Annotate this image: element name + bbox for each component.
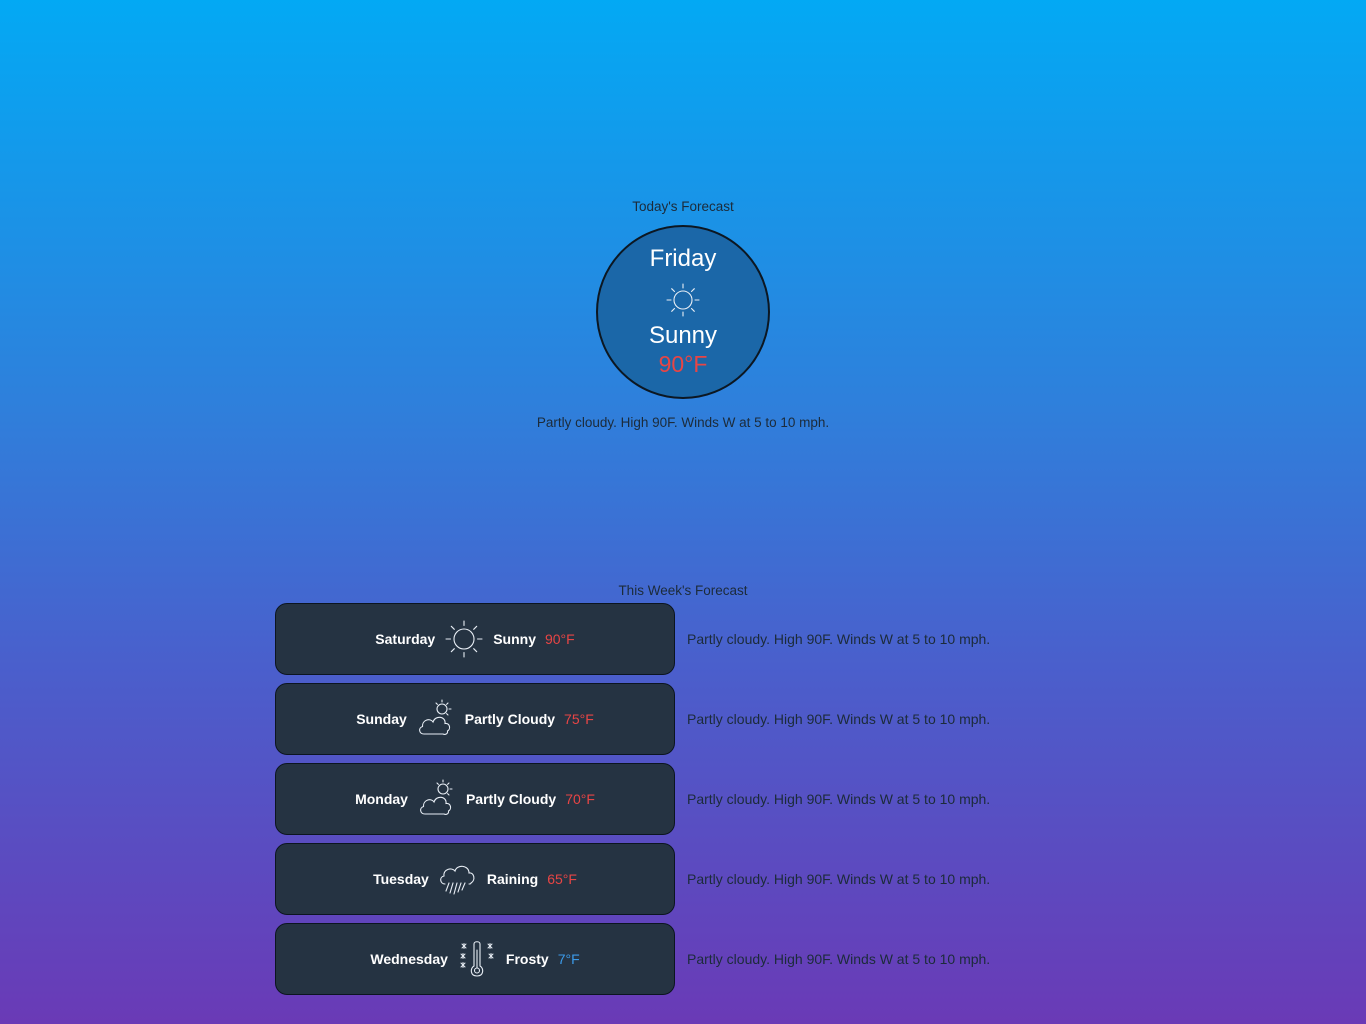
- partly-cloudy-icon: [415, 698, 457, 740]
- today-day-name: Friday: [649, 245, 717, 272]
- forecast-card-monday[interactable]: Monday Partly Cloudy 70°F: [275, 763, 675, 835]
- forecast-day-name: Wednesday: [370, 951, 448, 967]
- forecast-temperature: 70°F: [565, 791, 595, 807]
- today-condition: Sunny: [648, 322, 718, 349]
- forecast-row: Wednesday Frosty 7°F Partly cloudy. High 9…: [275, 923, 1275, 995]
- forecast-condition: Sunny: [493, 631, 536, 647]
- forecast-temperature: 7°F: [557, 951, 580, 967]
- partly-cloudy-icon: [416, 778, 458, 820]
- today-temperature: 90°F: [658, 351, 708, 377]
- forecast-temperature: 65°F: [547, 871, 577, 887]
- forecast-row: Saturday Sunny 90°F Partly cloudy. High 90…: [275, 603, 1275, 675]
- forecast-description: Partly cloudy. High 90F. Winds W at 5 to…: [687, 791, 991, 807]
- forecast-description: Partly cloudy. High 90F. Winds W at 5 to…: [687, 871, 991, 887]
- forecast-card-sunday[interactable]: Sunday Partly Cloudy 75°F: [275, 683, 675, 755]
- forecast-description: Partly cloudy. High 90F. Winds W at 5 to…: [687, 951, 991, 967]
- forecast-condition: Partly Cloudy: [464, 711, 556, 727]
- sun-icon: [663, 280, 703, 320]
- forecast-card-wednesday[interactable]: Wednesday Frosty 7°F: [275, 923, 675, 995]
- rain-cloud-icon: [437, 858, 479, 900]
- today-forecast-title: Today's Forecast: [632, 199, 734, 214]
- forecast-condition: Partly Cloudy: [465, 791, 557, 807]
- forecast-temperature: 90°F: [544, 631, 575, 647]
- forecast-row: Sunday Partly Cloudy 75°F Partly cloudy. H…: [275, 683, 1275, 755]
- forecast-day-name: Monday: [355, 791, 408, 807]
- forecast-description: Partly cloudy. High 90F. Winds W at 5 to…: [687, 631, 991, 647]
- today-forecast-circle: Friday Sunny 90°F: [596, 225, 770, 399]
- forecast-row: Monday Partly Cloudy 70°F Partly cloudy. H…: [275, 763, 1275, 835]
- sun-icon: [443, 618, 485, 660]
- forecast-card-tuesday[interactable]: Tuesday Raining 65°F: [275, 843, 675, 915]
- forecast-day-name: Tuesday: [373, 871, 429, 887]
- forecast-card-saturday[interactable]: Saturday Sunny 90°F: [275, 603, 675, 675]
- forecast-day-name: Sunday: [356, 711, 407, 727]
- today-description: Partly cloudy. High 90F. Winds W at 5 to…: [536, 415, 830, 430]
- forecast-temperature: 75°F: [564, 711, 594, 727]
- forecast-condition: Frosty: [505, 951, 549, 967]
- forecast-row: Tuesday Raining 65°F Partly cloudy. High 9…: [275, 843, 1275, 915]
- frost-thermometer-icon: [456, 938, 498, 980]
- forecast-condition: Raining: [486, 871, 539, 887]
- forecast-day-name: Saturday: [375, 631, 436, 647]
- week-forecast-title: This Week's Forecast: [618, 583, 748, 598]
- forecast-description: Partly cloudy. High 90F. Winds W at 5 to…: [687, 711, 991, 727]
